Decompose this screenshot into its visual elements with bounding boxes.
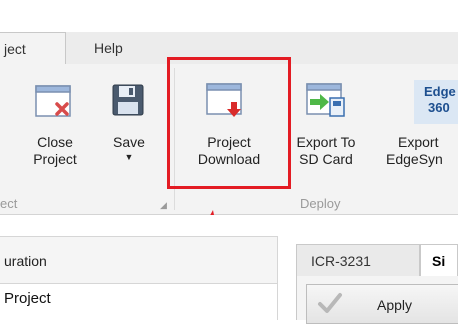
- apply-button[interactable]: Apply: [306, 284, 458, 324]
- export-sd-label-1: Export To: [296, 134, 356, 150]
- close-project-icon: [35, 84, 75, 125]
- close-project-button[interactable]: Close Project: [25, 134, 85, 168]
- configuration-panel-title: uration: [4, 253, 47, 269]
- apply-label: Apply: [377, 297, 413, 313]
- doc-tab-selected[interactable]: Si: [420, 244, 458, 277]
- doc-tab-selected-label: Si: [432, 253, 446, 269]
- tree-item-label: Project: [4, 290, 51, 307]
- save-label: Save: [113, 134, 145, 150]
- chevron-down-icon: ▼: [124, 152, 134, 162]
- tab-project[interactable]: ject: [0, 32, 66, 64]
- floppy-disk-icon: [112, 84, 146, 123]
- highlight-box: [167, 57, 291, 189]
- configuration-panel-header: uration: [0, 236, 278, 284]
- tab-help-label: Help: [94, 40, 123, 56]
- tab-help[interactable]: Help: [94, 32, 154, 64]
- close-project-label-1: Close: [37, 134, 73, 150]
- close-project-label-2: Project: [33, 151, 77, 167]
- save-button[interactable]: Save ▼: [104, 134, 154, 163]
- export-edgesync-label-2: EdgeSyn: [386, 151, 443, 167]
- tab-project-label: ject: [4, 41, 26, 57]
- doc-tab-icr-3231[interactable]: ICR-3231: [296, 244, 420, 277]
- export-edgesync-button[interactable]: Export EdgeSyn: [370, 134, 458, 168]
- project-group-label: ect: [0, 196, 18, 211]
- export-edgesync-label-1: Export: [398, 134, 439, 150]
- edgesync-icon: Edge 360: [414, 80, 458, 124]
- dialog-launcher-icon[interactable]: ◢: [160, 200, 167, 211]
- edgesync-icon-text-1: Edge: [424, 84, 456, 99]
- edgesync-icon-text-2: 360: [428, 100, 450, 115]
- export-sd-card-button[interactable]: Export To SD Card: [286, 134, 366, 168]
- doc-tab-icr-label: ICR-3231: [311, 253, 371, 269]
- checkmark-icon: [317, 291, 343, 318]
- export-sd-label-2: SD Card: [299, 151, 353, 167]
- export-sd-card-icon: [306, 82, 348, 127]
- tree-item-project[interactable]: Project: [4, 290, 51, 307]
- title-bar-area: [0, 0, 458, 32]
- deploy-group-label: Deploy: [300, 196, 341, 211]
